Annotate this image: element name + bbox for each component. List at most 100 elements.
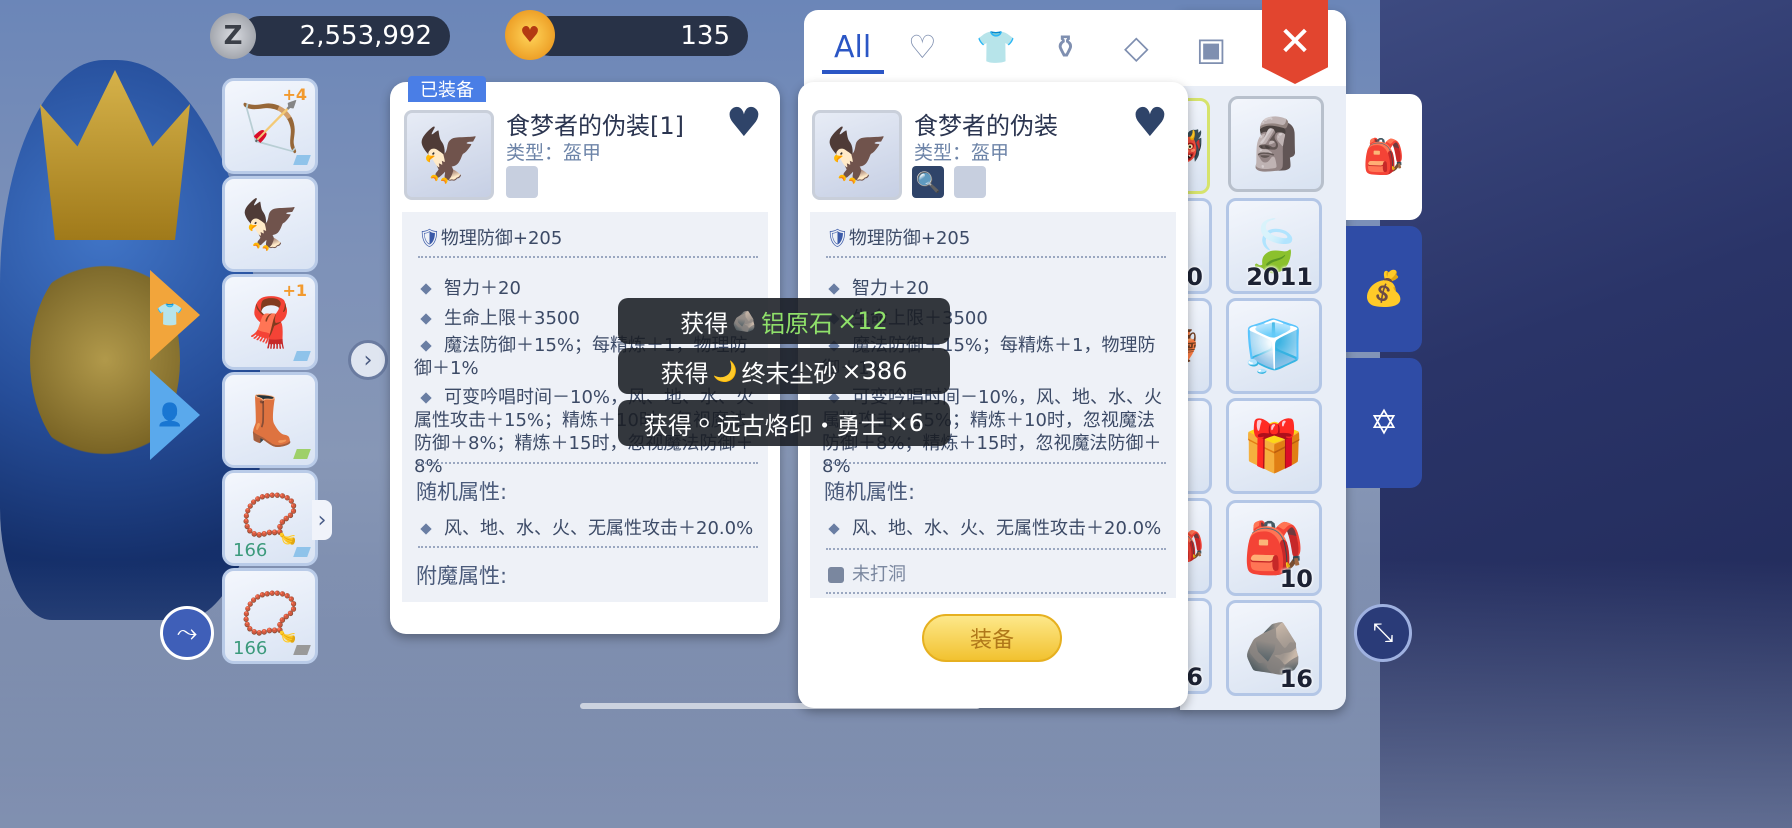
necklace-icon: 📿 xyxy=(240,490,300,547)
hexagram-tab-icon[interactable]: ✡ xyxy=(1346,358,1422,488)
item-name: 终末尘砂 xyxy=(741,359,838,388)
inventory-item[interactable]: 🎁 xyxy=(1226,398,1322,494)
rarity-tag xyxy=(293,155,311,165)
item-name: 远古烙印・勇士 xyxy=(716,411,885,440)
cat-coin-icon: ♥ xyxy=(505,10,555,60)
close-button[interactable]: ✕ xyxy=(1262,0,1328,84)
item-level: 166 xyxy=(233,540,268,561)
socket-text: 未打洞 xyxy=(852,564,906,585)
bow-icon: 🏹 xyxy=(240,98,300,155)
divider xyxy=(826,548,1166,550)
sand-icon: 🌙 xyxy=(712,359,738,383)
boots-icon: 👢 xyxy=(240,392,300,449)
item-qty: ×6 xyxy=(888,409,925,437)
share-button[interactable]: ⤳ xyxy=(160,606,214,660)
random-attr-line: 风、地、水、火、无属性攻击＋20.0% xyxy=(420,514,753,540)
main-stat-text: 物理防御+205 xyxy=(440,228,563,249)
ore-icon: 🪨 xyxy=(732,309,758,333)
equip-slot-weapon[interactable]: 🏹 +4 xyxy=(222,78,318,174)
pet-currency-amount: 135 xyxy=(680,21,730,51)
zeny-bag-tab-icon[interactable]: 💰 xyxy=(1346,226,1422,352)
divider xyxy=(418,462,758,464)
item-count: 16 xyxy=(1279,665,1313,693)
item-name: 食梦者的伪装[1] xyxy=(506,112,684,140)
item-type: 类型：盔甲 xyxy=(506,142,602,164)
ice-chest-icon: 🧊 xyxy=(1242,316,1306,375)
divider xyxy=(418,546,758,548)
mummy-icon: 🗿 xyxy=(1244,114,1308,173)
inventory-item[interactable]: 🍃 2011 xyxy=(1226,198,1322,294)
item-name: 食梦者的伪装 xyxy=(914,112,1058,140)
heart-tab-icon[interactable]: ♡ xyxy=(908,28,937,66)
inventory-item[interactable]: 🧊 xyxy=(1226,298,1322,394)
backpack-tab-icon[interactable]: 🎒 xyxy=(1346,94,1422,220)
main-stat-text: 物理防御+205 xyxy=(848,228,971,249)
item-level: 166 xyxy=(233,638,268,659)
inventory-item[interactable]: 🗿 xyxy=(1228,96,1324,192)
equip-slot-garment[interactable]: 🧣 +1 xyxy=(222,274,318,370)
cape-icon: 🧣 xyxy=(240,294,300,351)
card-tab-icon[interactable]: ▣ xyxy=(1196,30,1226,68)
rarity-tag xyxy=(293,449,311,459)
gem-tab-icon[interactable]: ◇ xyxy=(1124,28,1149,66)
item-count: 10 xyxy=(1279,565,1313,593)
tab-all[interactable]: All xyxy=(834,30,871,65)
shield-icon: 🛡 xyxy=(418,228,441,249)
inventory-item[interactable]: 🪨 16 xyxy=(1226,600,1322,696)
random-attr-line: 风、地、水、火、无属性攻击＋20.0% xyxy=(828,514,1161,540)
item-qty: ×12 xyxy=(837,307,888,335)
divider xyxy=(826,256,1166,258)
divider xyxy=(418,256,758,258)
refine-level: +1 xyxy=(282,281,307,300)
rarity-tag xyxy=(293,547,311,557)
pet-currency-bar: 135 xyxy=(530,16,748,56)
loot-toast: 获得 🪨 铝原石 ×12 xyxy=(618,298,950,344)
equip-slot-shoes[interactable]: 👢 xyxy=(222,372,318,468)
seal-icon: ⚪ xyxy=(695,411,713,435)
stat-line: 智力＋20 xyxy=(420,274,521,300)
zeny-icon: Z xyxy=(210,13,256,59)
inspect-icon[interactable]: 🔍 xyxy=(912,166,944,198)
gift-box-icon: 🎁 xyxy=(1242,416,1306,475)
equip-button[interactable]: 装备 xyxy=(922,614,1062,662)
divider xyxy=(826,462,1166,464)
necklace-icon: 📿 xyxy=(240,588,300,645)
item-count: 2011 xyxy=(1246,263,1313,291)
main-stat: 🛡物理防御+205 xyxy=(418,224,562,250)
tray-icon xyxy=(954,166,986,198)
item-qty: ×386 xyxy=(841,357,908,385)
random-attr-title: 随机属性: xyxy=(416,480,508,504)
item-name: 铝原石 xyxy=(761,309,834,338)
zeny-bar: 2,553,992 xyxy=(240,16,450,56)
item-thumbnail: 🦅 xyxy=(404,110,494,200)
main-stat: 🛡物理防御+205 xyxy=(826,224,970,250)
zeny-amount: 2,553,992 xyxy=(299,21,432,51)
expand-arrow-icon[interactable]: › xyxy=(312,500,332,540)
active-tab-indicator xyxy=(822,70,884,74)
potion-tab-icon[interactable]: ⚱ xyxy=(1052,28,1079,66)
stat-line: 智力＋20 xyxy=(828,274,929,300)
equip-slot-armor[interactable]: 🦅 xyxy=(222,176,318,272)
socket-line: 未打洞 xyxy=(828,560,906,586)
resize-button-icon[interactable]: ⤡ xyxy=(1354,604,1412,662)
rarity-tag xyxy=(293,645,311,655)
equipped-badge: 已装备 xyxy=(408,76,486,102)
scroll-indicator xyxy=(580,703,980,709)
equip-slot-accessory-2[interactable]: 📿 166 xyxy=(222,568,318,664)
favorite-heart-icon[interactable]: ♥ xyxy=(1132,100,1168,146)
item-type: 类型：盔甲 xyxy=(914,142,1010,164)
divider xyxy=(826,592,1166,594)
inventory-item[interactable]: 🎒 10 xyxy=(1226,500,1322,596)
refine-level: +4 xyxy=(282,85,307,104)
favorite-heart-icon[interactable]: ♥ xyxy=(726,100,762,146)
random-attr-title: 随机属性: xyxy=(824,480,916,504)
equip-slot-accessory-1[interactable]: 📿 166 xyxy=(222,470,318,566)
compare-item-panel: 🦅 食梦者的伪装 类型：盔甲 🔍 ♥ 🛡物理防御+205 智力＋20 生命上限＋… xyxy=(798,82,1188,708)
rarity-tag xyxy=(293,351,311,361)
next-arrow-icon[interactable]: › xyxy=(348,340,388,380)
socket-icon xyxy=(828,567,844,583)
armor-icon: 🦅 xyxy=(240,196,300,253)
stat-line: 生命上限＋3500 xyxy=(420,304,580,330)
loot-toast: 获得 ⚪ 远古烙印・勇士 ×6 xyxy=(618,400,950,446)
armor-tab-icon[interactable]: 👕 xyxy=(976,28,1016,66)
